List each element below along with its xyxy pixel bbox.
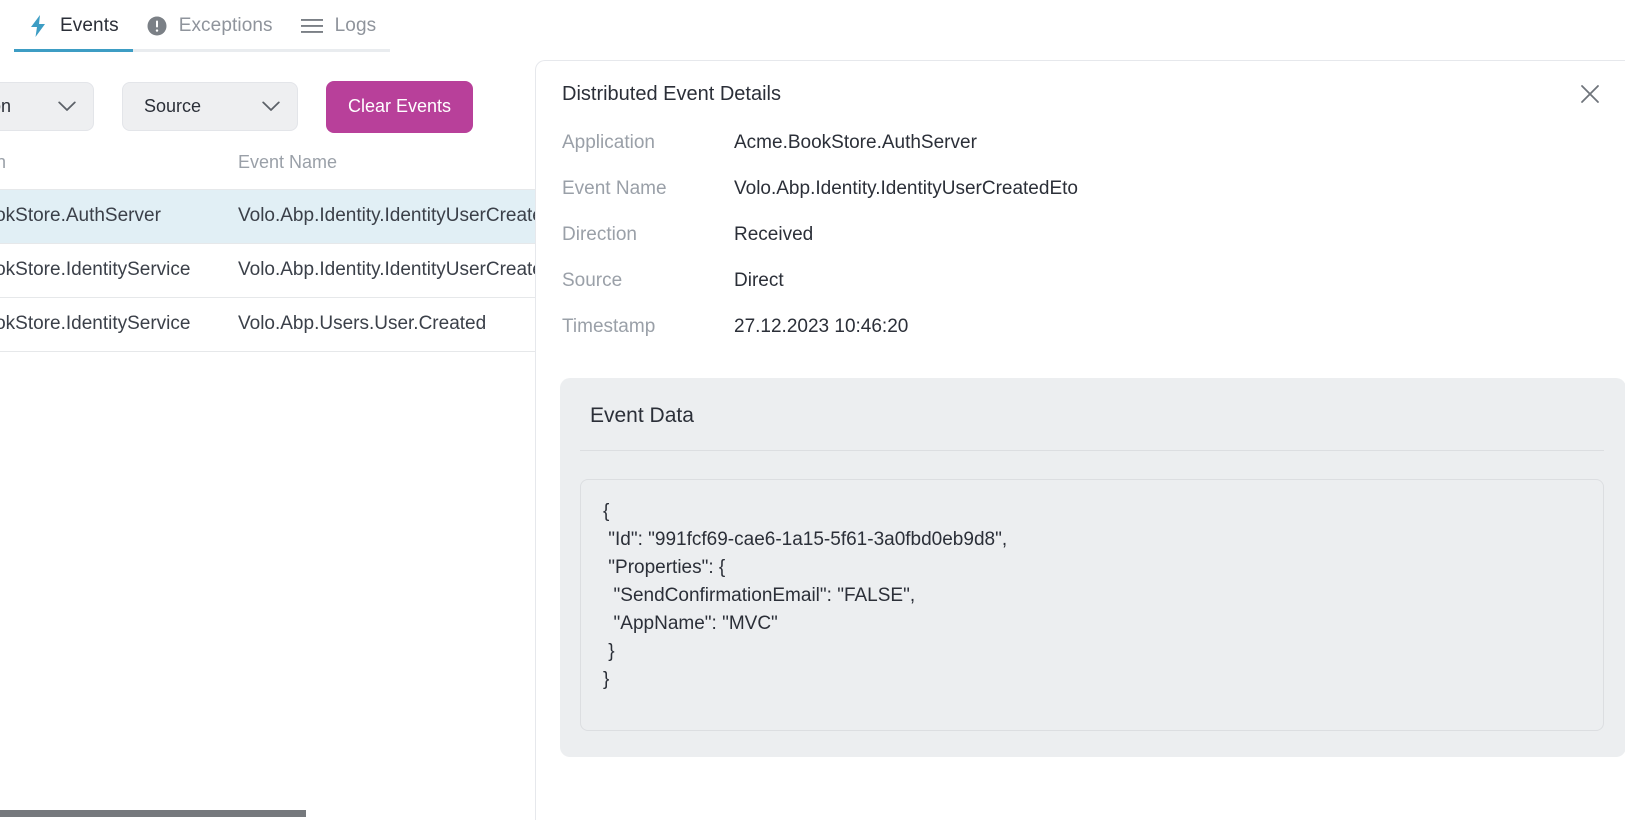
events-list-scroll-content: Direction Source Clear Even: [0, 52, 536, 352]
field-label: Application: [562, 132, 655, 153]
event-detail-panel: Distributed Event Details Application Ac…: [535, 60, 1625, 820]
clear-events-button[interactable]: Clear Events: [326, 80, 474, 133]
direction-filter-label: Direction: [0, 96, 12, 116]
events-table: Application Event Name Acme.BookStore.Au…: [0, 138, 536, 352]
column-header-application[interactable]: Application: [0, 138, 238, 190]
source-filter-label: Source: [144, 96, 202, 116]
event-data-card: Event Data { "Id": "991fcf69-cae6-1a15-5…: [560, 378, 1625, 757]
event-data-code-box[interactable]: { "Id": "991fcf69-cae6-1a15-5f61-3a0fbd0…: [580, 479, 1604, 731]
event-data-title: Event Data: [580, 404, 1604, 451]
source-filter-select[interactable]: Source: [122, 82, 298, 131]
close-x-icon: [1580, 84, 1600, 104]
lightning-bolt-icon: [28, 15, 48, 37]
direction-filter-select[interactable]: Direction: [0, 82, 94, 131]
table-header-row: Application Event Name: [0, 138, 536, 190]
detail-field-timestamp: Timestamp 27.12.2023 10:46:20: [562, 304, 1607, 350]
cell-application: Acme.BookStore.AuthServer: [0, 189, 238, 244]
cell-event-name: Volo.Abp.Identity.IdentityUserCreatedEto: [238, 189, 536, 244]
tab-exceptions[interactable]: Exceptions: [132, 0, 287, 52]
tab-exceptions-label: Exceptions: [178, 15, 273, 36]
chevron-down-icon: [36, 101, 76, 112]
detail-panel-title: Distributed Event Details: [562, 83, 781, 105]
cell-event-name: Volo.Abp.Identity.IdentityUserCreatedEto: [238, 243, 536, 298]
detail-field-event-name: Event Name Volo.Abp.Identity.IdentityUse…: [562, 166, 1607, 212]
field-label: Event Name: [562, 178, 667, 199]
tab-events-label: Events: [60, 15, 119, 36]
table-row[interactable]: Acme.BookStore.AuthServer Volo.Abp.Ident…: [0, 189, 536, 244]
list-lines-icon: [300, 18, 323, 34]
field-label: Timestamp: [562, 316, 656, 337]
main-tab-bar: Events Exceptions Logs: [0, 0, 1625, 52]
detail-panel-header: Distributed Event Details: [536, 61, 1625, 106]
field-value: Acme.BookStore.AuthServer: [734, 132, 977, 153]
event-data-json: { "Id": "991fcf69-cae6-1a15-5f61-3a0fbd0…: [603, 501, 1008, 690]
field-value: 27.12.2023 10:46:20: [734, 316, 909, 337]
horizontal-scrollbar-track[interactable]: [0, 806, 536, 820]
detail-field-source: Source Direct: [562, 258, 1607, 304]
cell-event-name: Volo.Abp.Users.User.Created: [238, 297, 536, 352]
chevron-down-icon: [240, 101, 280, 112]
tab-logs[interactable]: Logs: [286, 0, 391, 52]
field-label: Direction: [562, 224, 637, 245]
table-row[interactable]: Acme.BookStore.IdentityService Volo.Abp.…: [0, 297, 536, 352]
tab-logs-label: Logs: [334, 15, 377, 36]
events-list-pane: Direction Source Clear Even: [0, 52, 536, 820]
table-row[interactable]: Acme.BookStore.IdentityService Volo.Abp.…: [0, 243, 536, 298]
field-value: Received: [734, 224, 814, 245]
close-panel-button[interactable]: [1575, 79, 1605, 109]
exclamation-circle-icon: [147, 16, 167, 36]
cell-application: Acme.BookStore.IdentityService: [0, 297, 238, 352]
column-header-event-name[interactable]: Event Name: [238, 138, 536, 190]
horizontal-scrollbar-thumb[interactable]: [0, 810, 306, 817]
detail-field-direction: Direction Received: [562, 212, 1607, 258]
tab-events[interactable]: Events: [14, 0, 133, 52]
field-label: Source: [562, 270, 623, 291]
cell-application: Acme.BookStore.IdentityService: [0, 243, 238, 298]
field-value: Volo.Abp.Identity.IdentityUserCreatedEto: [734, 178, 1078, 199]
detail-field-list: Application Acme.BookStore.AuthServer Ev…: [536, 120, 1625, 350]
filter-toolbar: Direction Source Clear Even: [0, 52, 536, 138]
detail-field-application: Application Acme.BookStore.AuthServer: [562, 120, 1607, 166]
app-root: Events Exceptions Logs n Source Clear Ev…: [0, 0, 1625, 820]
field-value: Direct: [734, 270, 784, 291]
